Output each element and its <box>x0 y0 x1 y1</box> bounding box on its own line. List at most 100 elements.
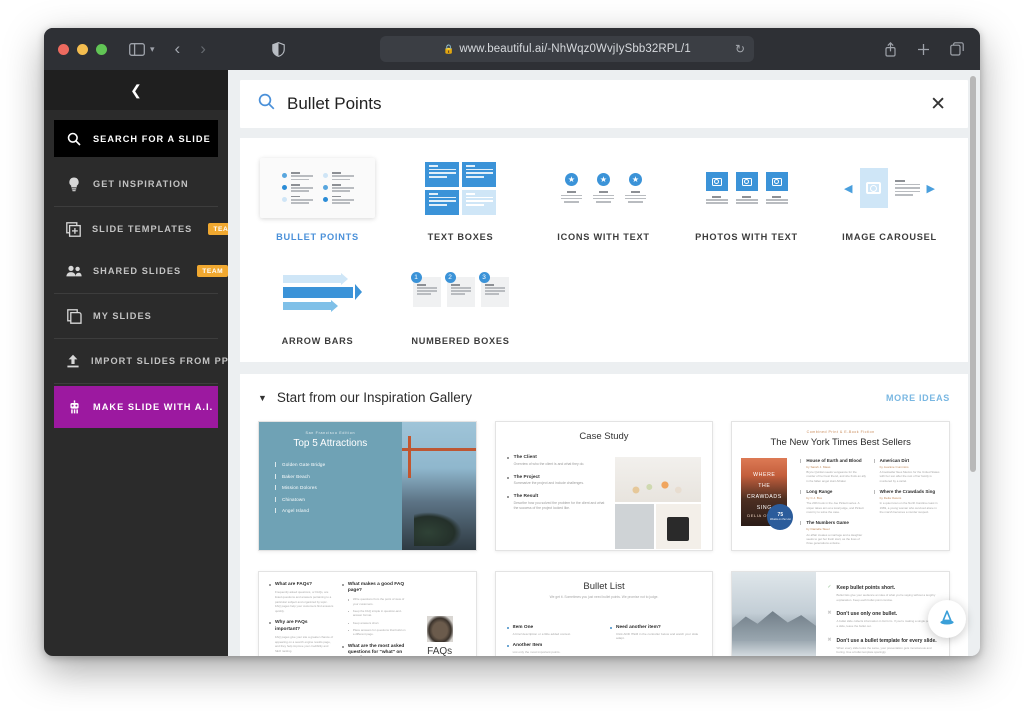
slide-eyebrow: Combined Print & E-Book Fiction <box>806 430 875 434</box>
star-icon: ★ <box>597 173 610 187</box>
list-item: Long Range by C.J. Box The 20th book in … <box>800 489 866 514</box>
more-ideas-link[interactable]: MORE IDEAS <box>886 393 950 403</box>
template-card-bullet-points[interactable]: BULLET POINTS <box>246 152 389 242</box>
tip-desc: When every slide looks the same, your pr… <box>836 645 932 655</box>
close-window-button[interactable] <box>58 43 69 55</box>
slide-eyebrow: San Francisco Edition <box>305 431 356 435</box>
sidebar-item-import-slides-from-ppt[interactable]: IMPORT SLIDES FROM PPT <box>54 340 235 382</box>
slide-title: The New York Times Best Sellers <box>770 437 911 448</box>
template-card-label: PHOTOS WITH TEXT <box>695 232 798 242</box>
sidebar-toggle-icon[interactable] <box>129 42 145 56</box>
camera-icon <box>705 172 728 192</box>
gallery-card-top-5-attractions[interactable]: San Francisco Edition Top 5 Attractions … <box>258 421 477 551</box>
slide-subtitle: We get it. Sometimes you just need bulle… <box>549 595 659 599</box>
mountain-photo <box>732 572 817 656</box>
help-beacon-button[interactable] <box>928 600 966 638</box>
template-card-numbered-boxes[interactable]: 1 2 3 NUMBERED BOXES <box>389 256 532 346</box>
gallery-card-best-sellers[interactable]: Combined Print & E-Book Fiction The New … <box>731 421 950 551</box>
faq-sub: Keep the FAQ simple in question-and-answ… <box>347 609 407 618</box>
share-icon[interactable] <box>884 41 897 57</box>
slide-title: Top 5 Attractions <box>293 438 368 449</box>
tab-overview-icon[interactable] <box>950 42 964 56</box>
bestsellers-column-right: American Dirt by Jeanine Cummins A books… <box>873 458 940 550</box>
faq-sub: Place answers for questions that build o… <box>347 628 407 637</box>
template-card-photos-with-text[interactable]: PHOTOS WITH TEXT <box>675 152 818 242</box>
faq-question: What are the most asked questions for "w… <box>347 643 405 656</box>
gallery-card-case-study[interactable]: Case Study The Client Overview of who th… <box>494 421 714 551</box>
template-card-icons-with-text[interactable]: ★ ★ ★ ICONS WITH TEXT <box>532 152 675 242</box>
template-card-label: TEXT BOXES <box>427 232 494 242</box>
maximize-window-button[interactable] <box>96 43 107 55</box>
book-title: Where the Crawdads Sing <box>879 489 936 495</box>
forward-arrow-icon[interactable]: › <box>200 39 206 59</box>
book-author: by C.J. Box <box>806 495 823 500</box>
search-input[interactable]: Bullet Points <box>287 94 926 114</box>
gallery-title: Start from our Inspiration Gallery <box>276 390 472 405</box>
close-icon[interactable]: ✕ <box>926 91 950 118</box>
tip-title: Don't use a bullet template for every sl… <box>836 637 937 644</box>
inspiration-gallery-panel: ▼ Start from our Inspiration Gallery MOR… <box>240 374 968 656</box>
sidebar-item-make-slide-with-ai[interactable]: MAKE SLIDE WITH A.I. <box>54 386 218 428</box>
cross-icon: ✖ <box>827 610 832 617</box>
number-badge: 1 <box>410 272 422 283</box>
sidebar-item-get-inspiration[interactable]: GET INSPIRATION <box>54 163 218 205</box>
weeks-on-list-seal: 75 Weeks on the List <box>767 504 794 530</box>
faq-question: What are FAQs? <box>275 582 313 587</box>
tip-title: Keep bullet points short. <box>836 585 896 591</box>
browser-toolbar: ▾ ‹ › 🔒 www.beautiful.ai/-NhWqz0WvjIySbb… <box>44 28 980 70</box>
list-item: Baker Beach <box>273 473 388 479</box>
vertical-scrollbar[interactable] <box>969 76 977 650</box>
sidebar-item-label: GET INSPIRATION <box>93 179 189 189</box>
list-item: Chinatown <box>273 496 388 502</box>
chevron-left-icon: ❮ <box>130 81 142 98</box>
sidebar-item-slide-templates[interactable]: SLIDE TEMPLATES TEAM <box>54 208 240 250</box>
chevron-down-icon[interactable]: ▾ <box>150 44 155 55</box>
list-item: Angel Island <box>273 508 388 513</box>
gallery-card-bullet-tips[interactable]: ✓ Keep bullet points short. Bullet lists… <box>731 571 950 656</box>
add-slide-icon <box>66 221 81 237</box>
back-arrow-icon[interactable]: ‹ <box>175 39 181 59</box>
golden-gate-photo <box>401 422 476 550</box>
list-item: Need another item? Click ADD ITEM in the… <box>610 625 701 641</box>
template-card-arrow-bars[interactable]: ARROW BARS <box>246 256 389 346</box>
gallery-card-faqs[interactable]: What are FAQs? Frequently asked question… <box>258 571 477 656</box>
slide-search-bar[interactable]: Bullet Points ✕ <box>240 80 968 128</box>
gallery-card-bullet-list[interactable]: Bullet List We get it. Sometimes you jus… <box>494 571 714 656</box>
list-item: The Numbers Game by Danielle Steel An af… <box>800 520 866 545</box>
list-item: Golden Gate Bridge <box>273 462 388 467</box>
address-bar[interactable]: 🔒 www.beautiful.ai/-NhWqz0WvjIySbb32RPL/… <box>380 36 754 62</box>
faq-answer: Frequently asked questions, or FAQs, are… <box>275 590 334 613</box>
scrollbar-thumb[interactable] <box>970 76 976 472</box>
new-tab-icon[interactable] <box>917 43 930 56</box>
template-row-2: ARROW BARS 1 2 3 NUMBERED BOXES <box>246 256 962 346</box>
bullet-column-right: Need another item? Click ADD ITEM in the… <box>610 625 701 656</box>
book-author: by Sarah J. Maas <box>806 464 831 469</box>
sidebar-collapse-button[interactable]: ❮ <box>44 70 228 110</box>
url-text: www.beautiful.ai/-NhWqz0WvjIySbb32RPL/1 <box>459 43 691 55</box>
sidebar-divider <box>54 338 218 339</box>
template-card-image-carousel[interactable]: ◀ ▶ IMAGE CAROUSEL <box>818 152 961 242</box>
privacy-shield-icon[interactable] <box>272 41 285 57</box>
template-card-label: IMAGE CAROUSEL <box>842 232 937 242</box>
star-icon: ★ <box>565 173 578 187</box>
sidebar-item-my-slides[interactable]: MY SLIDES <box>54 295 218 337</box>
faq-question: Why are FAQs important? <box>275 620 308 632</box>
case-study-photos <box>615 455 702 549</box>
camera-icon <box>765 172 788 192</box>
bullet-points-thumbnail <box>260 158 375 218</box>
caret-down-icon[interactable]: ▼ <box>258 393 267 403</box>
sidebar-item-search-for-a-slide[interactable]: SEARCH FOR A SLIDE <box>54 120 218 157</box>
seal-caption: Weeks on the List <box>770 518 791 522</box>
bullet-desc: Describe how you solved the problem for … <box>513 500 605 510</box>
sidebar-item-shared-slides[interactable]: SHARED SLIDES TEAM <box>54 250 229 292</box>
template-card-text-boxes[interactable]: TEXT BOXES <box>389 152 532 242</box>
search-icon <box>258 93 275 115</box>
minimize-window-button[interactable] <box>77 43 88 55</box>
gallery-grid: San Francisco Edition Top 5 Attractions … <box>258 421 950 656</box>
book-desc: The 20th book in the Joe Pickett series.… <box>806 501 864 515</box>
faq-sub: Keep answers short. <box>347 621 407 626</box>
template-type-panel: BULLET POINTS TEXT BOXES ★ ★ ★ ICONS WIT… <box>240 138 968 362</box>
bestsellers-column-left: House of Earth and Blood by Sarah J. Maa… <box>800 458 866 550</box>
bullet-desc: List only the most important points. <box>512 649 561 654</box>
reload-icon[interactable]: ↻ <box>735 42 745 56</box>
